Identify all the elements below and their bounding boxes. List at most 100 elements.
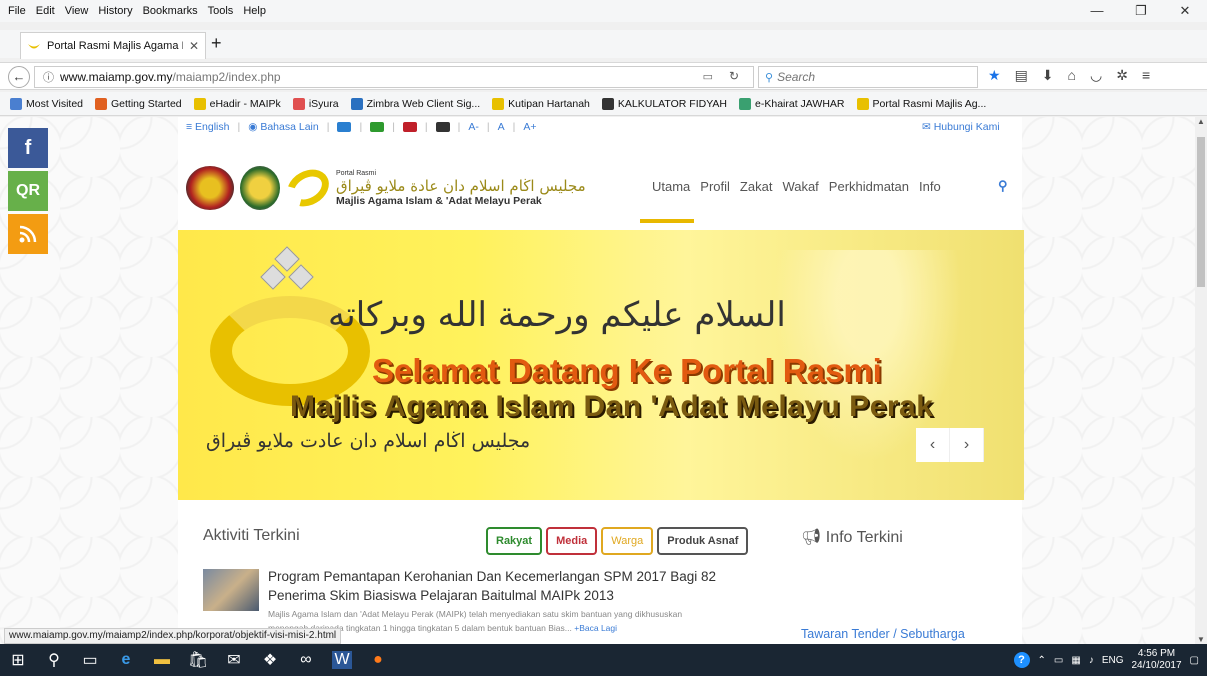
theme-red-button[interactable] [402, 122, 417, 132]
url-bar[interactable]: ⓘ www.maiamp.gov.my/maiamp2/index.php ▭ … [34, 66, 754, 88]
site-search-icon[interactable]: ⚲ [998, 178, 1008, 194]
menu-history[interactable]: History [98, 5, 132, 17]
bookmark-item[interactable]: e-Khairat JAWHAR [739, 97, 845, 110]
bookmark-item[interactable]: Most Visited [10, 97, 83, 110]
search-taskbar-icon[interactable]: ⚲ [36, 650, 72, 670]
english-link[interactable]: ≡ English [186, 121, 230, 133]
hamburger-menu-icon[interactable]: ≡ [1142, 67, 1150, 84]
font-decrease-button[interactable]: A- [468, 121, 479, 133]
facebook-button[interactable]: f [8, 128, 48, 168]
toolbar-icons: ★ ▤ ⬇ ⌂ ◡ ✲ ≡ [988, 67, 1150, 84]
nav-profil[interactable]: Profil [700, 179, 730, 194]
news-thumbnail[interactable] [203, 569, 259, 611]
infinity-icon[interactable]: ∞ [288, 651, 324, 669]
search-engine-icon[interactable]: ⚲ [765, 71, 773, 84]
task-view-icon[interactable]: ▭ [72, 650, 108, 670]
mail-icon[interactable]: ✉ [216, 650, 252, 670]
tab-close-icon[interactable]: ✕ [189, 39, 199, 53]
theme-green-button[interactable] [370, 122, 385, 132]
edge-icon[interactable]: e [108, 651, 144, 669]
file-explorer-icon[interactable]: ▬ [144, 651, 180, 669]
bahasa-link[interactable]: ◉ Bahasa Lain [248, 121, 318, 133]
bookmark-item[interactable]: eHadir - MAIPk [193, 97, 281, 110]
search-input[interactable] [777, 70, 958, 84]
bookmark-star-icon[interactable]: ★ [988, 67, 1001, 84]
hero-slider: السلام عليكم ورحمة الله وبركاته Selamat … [178, 230, 1024, 500]
menu-file[interactable]: File [8, 5, 26, 17]
menu-bookmarks[interactable]: Bookmarks [143, 5, 198, 17]
browser-tab[interactable]: Portal Rasmi Majlis Agama I ✕ [20, 32, 206, 59]
volume-icon[interactable]: ♪ [1089, 655, 1094, 666]
bookmark-favicon-icon [193, 97, 206, 110]
logo-name-text: Majlis Agama Islam & 'Adat Melayu Perak [336, 194, 542, 207]
rss-button[interactable] [8, 214, 48, 254]
filter-rakyat-button[interactable]: Rakyat [486, 527, 543, 555]
dropbox-icon[interactable]: ❖ [252, 650, 288, 670]
menu-tools[interactable]: Tools [208, 5, 234, 17]
notifications-icon[interactable]: ▢ [1190, 655, 1199, 666]
qr-code-button[interactable]: QR [8, 171, 48, 211]
battery-icon[interactable]: ▭ [1054, 655, 1063, 666]
filter-media-button[interactable]: Media [546, 527, 598, 555]
bookmark-item[interactable]: Kutipan Hartanah [492, 97, 590, 110]
tray-arrow-icon[interactable]: ⌃ [1038, 655, 1046, 666]
downloads-icon[interactable]: ⬇ [1042, 67, 1054, 84]
close-window-button[interactable]: ✕ [1163, 0, 1207, 22]
windows-taskbar: ⊞ ⚲ ▭ e ▬ 🛍︎ ✉ ❖ ∞ W ● ? ⌃ ▭ ▦ ♪ ENG 4:5… [0, 644, 1207, 676]
bookmark-item[interactable]: Zimbra Web Client Sig... [350, 97, 480, 110]
network-icon[interactable]: ▦ [1071, 655, 1080, 666]
filter-warga-button[interactable]: Warga [601, 527, 654, 555]
bookmark-item[interactable]: Portal Rasmi Majlis Ag... [856, 97, 986, 110]
page-scrollbar[interactable]: ▲ ▼ [1195, 117, 1207, 644]
bookmark-item[interactable]: Getting Started [95, 97, 182, 110]
search-bar[interactable]: ⚲ [758, 66, 978, 88]
tender-link[interactable]: Tawaran Tender / Sebutharga [801, 627, 965, 641]
reload-icon[interactable]: ↻ [729, 69, 739, 83]
slider-next-button[interactable]: › [950, 428, 984, 462]
bookmarks-menu-icon[interactable]: ▤ [1015, 67, 1028, 84]
word-icon[interactable]: W [332, 651, 352, 669]
theme-dark-button[interactable] [435, 122, 450, 132]
font-normal-button[interactable]: A [498, 121, 505, 133]
read-more-link[interactable]: +Baca Lagi [574, 623, 617, 633]
extension-icon[interactable]: ✲ [1116, 67, 1128, 84]
scroll-thumb[interactable] [1197, 137, 1205, 287]
help-icon[interactable]: ? [1013, 652, 1030, 668]
bookmark-item[interactable]: KALKULATOR FIDYAH [601, 97, 727, 110]
home-icon[interactable]: ⌂ [1068, 67, 1076, 84]
news-title[interactable]: Program Pemantapan Kerohanian Dan Keceme… [268, 567, 738, 605]
theme-blue-button[interactable] [337, 122, 352, 132]
bookmark-favicon-icon [492, 97, 505, 110]
new-tab-button[interactable]: + [211, 33, 222, 54]
nav-perkhidmatan[interactable]: Perkhidmatan [829, 179, 909, 194]
info-terkini-heading: 📢︎ Info Terkini [801, 529, 903, 546]
bookmark-item[interactable]: iSyura [292, 97, 339, 110]
nav-zakat[interactable]: Zakat [740, 179, 773, 194]
cubes-graphic [260, 246, 314, 290]
start-icon[interactable]: ⊞ [0, 650, 36, 670]
clock[interactable]: 4:56 PM 24/10/2017 [1131, 648, 1181, 672]
filter-produk-asnaf-button[interactable]: Produk Asnaf [657, 527, 749, 555]
scroll-down-icon[interactable]: ▼ [1197, 635, 1205, 644]
welcome-heading: Selamat Datang Ke Portal Rasmi [372, 352, 882, 389]
contact-link[interactable]: ✉ Hubungi Kami [922, 121, 1000, 133]
store-icon[interactable]: 🛍︎ [180, 650, 216, 670]
scroll-up-icon[interactable]: ▲ [1197, 117, 1205, 126]
font-increase-button[interactable]: A+ [523, 121, 536, 133]
menu-help[interactable]: Help [243, 5, 266, 17]
nav-info[interactable]: Info [919, 179, 941, 194]
maximize-button[interactable]: ❐ [1119, 0, 1163, 22]
slider-prev-button[interactable]: ‹ [916, 428, 950, 462]
back-button[interactable]: ← [8, 66, 30, 88]
minimize-button[interactable]: — [1075, 0, 1119, 22]
pocket-icon[interactable]: ◡ [1090, 67, 1102, 84]
nav-utama[interactable]: Utama [652, 179, 690, 194]
info-icon[interactable]: ⓘ [43, 69, 54, 85]
menu-view[interactable]: View [65, 5, 89, 17]
language-indicator[interactable]: ENG [1102, 655, 1124, 666]
firefox-icon[interactable]: ● [360, 651, 396, 669]
menu-edit[interactable]: Edit [36, 5, 55, 17]
nav-wakaf[interactable]: Wakaf [782, 179, 818, 194]
site-logo[interactable]: Portal Rasmi مجليس اڬام اسلام دان عادة م… [186, 162, 626, 214]
reader-view-icon[interactable]: ▭ [703, 70, 713, 83]
